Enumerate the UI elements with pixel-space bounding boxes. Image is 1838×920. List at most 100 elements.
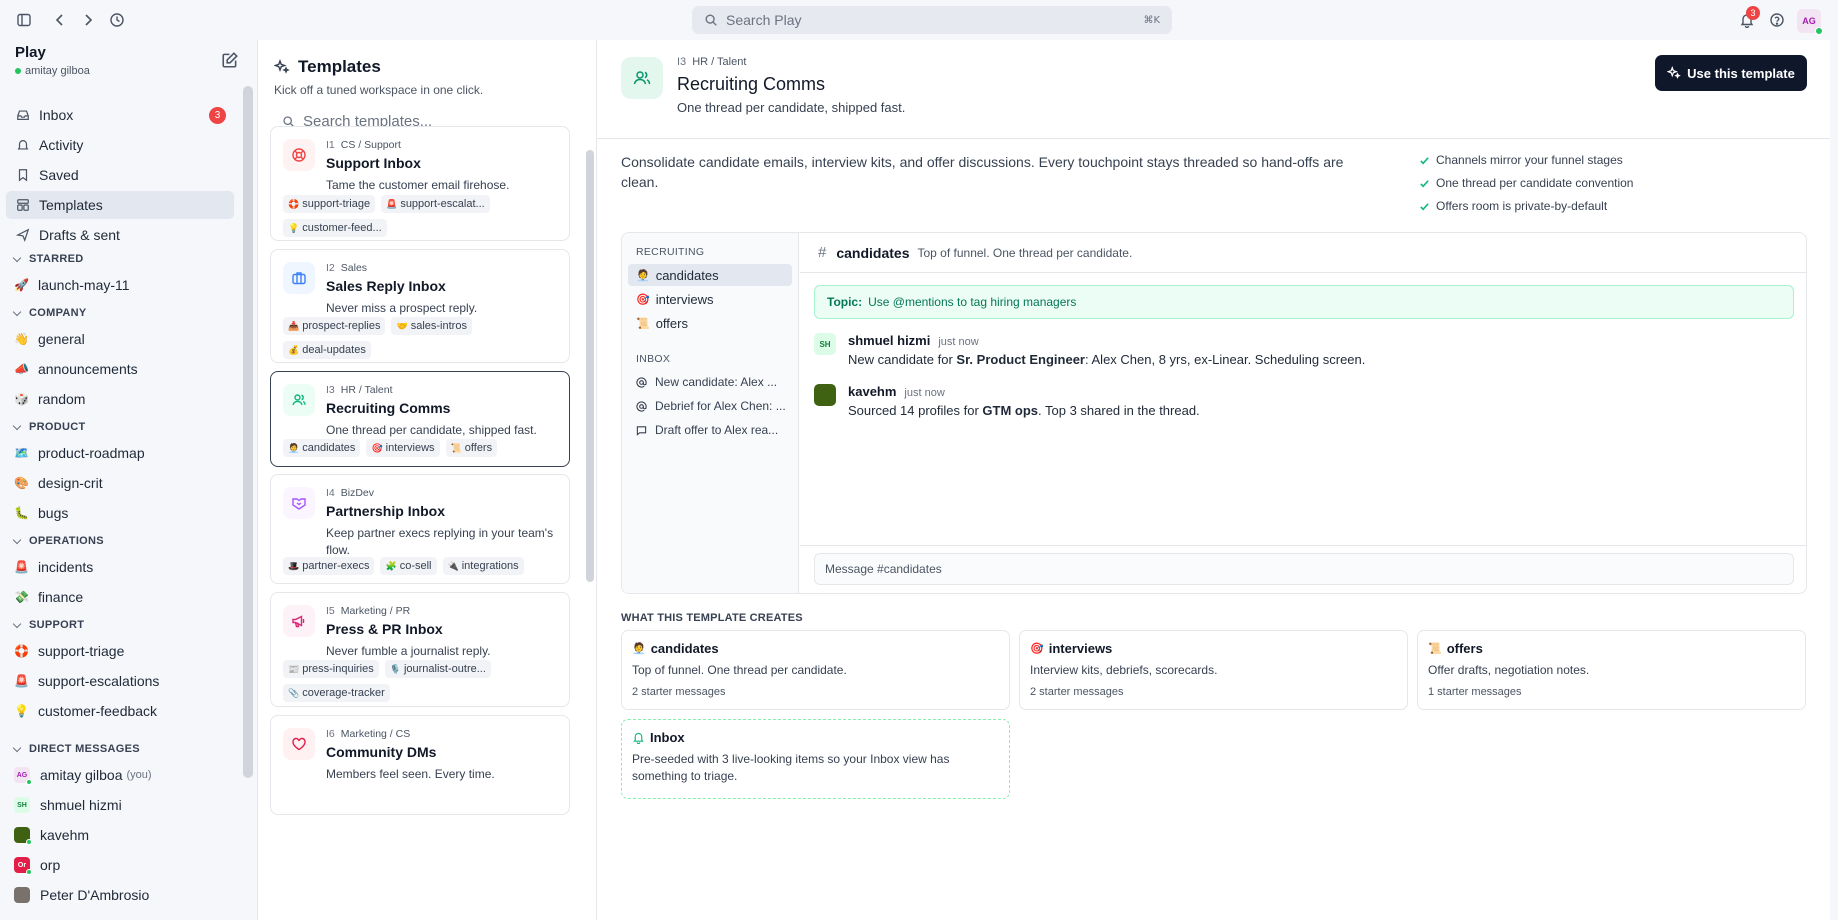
channel-emoji-icon: 🎲	[14, 392, 29, 406]
template-title: Recruiting Comms	[326, 400, 451, 416]
channel-emoji-icon: 🗺️	[14, 446, 29, 460]
dm-item[interactable]: Or orp	[14, 852, 60, 878]
sidebar-scrollbar[interactable]	[243, 86, 253, 778]
dm-item[interactable]: SH shmuel hizmi	[14, 792, 122, 818]
preview-channel-interviews[interactable]: 🎯 interviews	[628, 288, 792, 310]
channel-item[interactable]: 🎲 random	[14, 386, 85, 412]
preview-channel-topic: Top of funnel. One thread per candidate.	[917, 245, 1133, 260]
workspace-name[interactable]: Play	[15, 44, 46, 61]
channel-chip: 📥 prospect-replies	[283, 317, 386, 335]
users-icon	[621, 57, 663, 99]
channel-name: launch-may-11	[38, 277, 130, 293]
preview-inbox-item[interactable]: Debrief for Alex Chen: ...	[628, 395, 792, 417]
channel-item[interactable]: 🐛 bugs	[14, 500, 68, 526]
dm-item[interactable]: Peter D'Ambrosio	[14, 882, 149, 908]
preview-inbox-item[interactable]: Draft offer to Alex rea...	[628, 419, 792, 441]
bell-icon	[633, 732, 644, 744]
search-shortcut: ⌘K	[1143, 14, 1160, 26]
channel-name: general	[38, 331, 85, 347]
channel-item[interactable]: 🗺️ product-roadmap	[14, 440, 145, 466]
history-icon[interactable]	[106, 9, 128, 31]
template-meta: I3 HR / Talent	[326, 384, 393, 396]
feature-item: Channels mirror your funnel stages	[1419, 150, 1633, 170]
section-support[interactable]: SUPPORT	[14, 619, 84, 631]
channel-chip: 🔌 integrations	[442, 557, 524, 575]
channel-chip: 📎 coverage-tracker	[283, 684, 390, 702]
dm-name: shmuel hizmi	[40, 797, 122, 813]
user-avatar[interactable]: AG	[1797, 9, 1823, 35]
template-card[interactable]: I6 Marketing / CS Community DMs Members fee…	[270, 715, 570, 815]
channel-emoji-icon: 🔌	[447, 560, 459, 571]
sidebar-item-label: Templates	[39, 197, 103, 213]
message-text: Sourced 14 profiles for GTM ops. Top 3 s…	[848, 403, 1200, 418]
sidebar-item-templates[interactable]: Templates	[6, 191, 234, 219]
sidebar-toggle-icon[interactable]	[13, 9, 35, 31]
message-icon	[636, 425, 647, 436]
sidebar-item-saved[interactable]: Saved	[6, 161, 234, 189]
channel-item[interactable]: 👋 general	[14, 326, 85, 352]
creates-card: 🧑‍💼 candidates Top of funnel. One thread …	[621, 630, 1010, 710]
activity-icon	[16, 138, 30, 152]
channel-item[interactable]: 🚨 incidents	[14, 554, 93, 580]
channel-item[interactable]: 🚨 support-escalations	[14, 668, 159, 694]
template-title: Community DMs	[326, 744, 437, 760]
detail-description: Consolidate candidate emails, interview …	[621, 154, 1344, 190]
message-composer[interactable]: Message #candidates	[814, 553, 1794, 585]
channel-item[interactable]: 💡 customer-feedback	[14, 698, 157, 724]
template-card[interactable]: I5 Marketing / PR Press & PR Inbox Never fu…	[270, 592, 570, 707]
section-product[interactable]: PRODUCT	[14, 421, 86, 433]
dm-item[interactable]: AG amitay gilboa (you)	[14, 762, 152, 788]
compose-icon[interactable]	[221, 51, 239, 69]
dm-item[interactable]: kavehm	[14, 822, 89, 848]
global-search[interactable]: Search Play ⌘K	[692, 6, 1172, 34]
dm-you-label: (you)	[126, 769, 152, 781]
channel-name: announcements	[38, 361, 138, 377]
channel-item[interactable]: 📣 announcements	[14, 356, 138, 382]
use-template-button[interactable]: Use this template	[1655, 55, 1807, 91]
channel-item[interactable]: 🚀 launch-may-11	[14, 272, 130, 298]
sidebar-item-label: Drafts & sent	[39, 227, 120, 243]
at-icon	[636, 400, 647, 412]
sidebar-item-activity[interactable]: Activity	[6, 131, 234, 159]
section-starred[interactable]: STARRED	[14, 253, 83, 265]
users-icon	[283, 384, 315, 416]
templates-pane: Templates Kick off a tuned workspace in …	[257, 40, 597, 920]
templates-icon	[16, 198, 30, 212]
channel-item[interactable]: 🛟 support-triage	[14, 638, 124, 664]
channel-chip: 🛟 support-triage	[283, 195, 376, 213]
preview-section-inbox: INBOX	[636, 353, 671, 365]
section-company[interactable]: COMPANY	[14, 307, 87, 319]
preview-channel-candidates[interactable]: 🧑‍💼 candidates	[628, 264, 792, 286]
template-card[interactable]: I1 CS / Support Support Inbox Tame the cust…	[270, 126, 570, 241]
back-icon[interactable]	[49, 9, 71, 31]
template-card[interactable]: I4 BizDev Partnership Inbox Keep partner ex…	[270, 474, 570, 584]
channel-name: incidents	[38, 559, 94, 575]
channel-chip: 🧑‍💼 candidates	[283, 439, 361, 457]
templates-scrollbar[interactable]	[586, 150, 594, 582]
section-direct-messages[interactable]: DIRECT MESSAGES	[14, 743, 140, 755]
template-card[interactable]: I3 HR / Talent Recruiting Comms One thread …	[270, 371, 570, 467]
channel-name: finance	[38, 589, 84, 605]
channel-emoji-icon: 📜	[1428, 643, 1442, 655]
channel-emoji-icon: 🎨	[14, 476, 29, 490]
channel-emoji-icon: 💰	[288, 344, 300, 355]
template-card[interactable]: I2 Sales Sales Reply Inbox Never miss a pro…	[270, 249, 570, 363]
channel-item[interactable]: 💸 finance	[14, 584, 83, 610]
channel-item[interactable]: 🎨 design-crit	[14, 470, 103, 496]
channel-name: bugs	[38, 505, 69, 521]
forward-icon[interactable]	[77, 9, 99, 31]
sidebar-item-label: Saved	[39, 167, 79, 183]
section-operations[interactable]: OPERATIONS	[14, 535, 104, 547]
preview-channel-offers[interactable]: 📜 offers	[628, 312, 792, 334]
template-description: Members feel seen. Every time.	[326, 767, 495, 781]
sidebar-item-drafts[interactable]: Drafts & sent	[6, 221, 234, 249]
main-scrollbar[interactable]	[1830, 40, 1838, 920]
avatar: SH	[14, 797, 30, 813]
preview-inbox-item[interactable]: New candidate: Alex ...	[628, 371, 792, 393]
channel-emoji-icon: 📥	[288, 320, 300, 331]
help-icon[interactable]	[1766, 9, 1788, 31]
detail-title: Recruiting Comms	[677, 74, 826, 94]
sparkles-icon	[1667, 66, 1681, 79]
template-title: Support Inbox	[326, 155, 421, 171]
sidebar-item-inbox[interactable]: Inbox 3	[6, 101, 234, 129]
